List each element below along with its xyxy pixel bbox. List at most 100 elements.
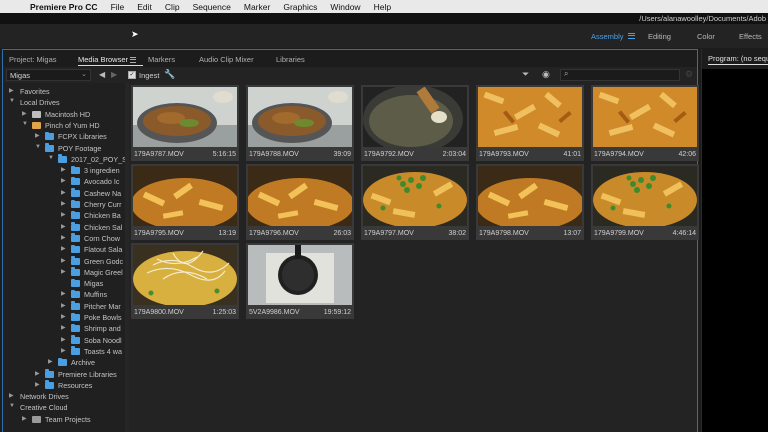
view-eye-icon[interactable]: ◉: [542, 69, 550, 80]
tree-item[interactable]: ▶ Toasts 4 wa: [3, 346, 125, 357]
filter-funnel-icon[interactable]: ⏷: [522, 69, 529, 80]
disclosure-closed-icon[interactable]: ▶: [61, 313, 66, 320]
tree-item[interactable]: ▶ FCPX Libraries: [3, 131, 125, 142]
app-menu[interactable]: Premiere Pro CC: [30, 2, 98, 12]
clip-thumbnail[interactable]: 179A9796.MOV 26:03: [246, 164, 354, 240]
tree-item[interactable]: ▶ Macintosh HD: [3, 109, 125, 120]
clip-preview-image[interactable]: [133, 245, 237, 305]
tree-item[interactable]: ▶ Magic Greel: [3, 267, 125, 278]
tree-item[interactable]: ▶ Pitcher Mar: [3, 301, 125, 312]
disclosure-closed-icon[interactable]: ▶: [22, 415, 27, 422]
clip-preview-image[interactable]: [593, 87, 697, 147]
disclosure-open-icon[interactable]: ▼: [22, 121, 28, 127]
disclosure-closed-icon[interactable]: ▶: [48, 358, 53, 365]
disclosure-closed-icon[interactable]: ▶: [61, 324, 66, 331]
tree-item[interactable]: ▶ Favorites: [3, 86, 125, 97]
program-monitor-title[interactable]: Program: (no seque: [708, 54, 768, 63]
disclosure-closed-icon[interactable]: ▶: [61, 290, 66, 297]
disclosure-open-icon[interactable]: ▼: [9, 403, 15, 409]
workspace-menu-icon[interactable]: [628, 31, 635, 39]
disclosure-closed-icon[interactable]: ▶: [22, 110, 27, 117]
clip-preview-image[interactable]: [133, 87, 237, 147]
disclosure-closed-icon[interactable]: ▶: [9, 392, 14, 399]
tree-item[interactable]: ▶ Poke Bowls: [3, 312, 125, 323]
clip-thumbnail[interactable]: 179A9800.MOV 1:25:03: [131, 243, 239, 319]
disclosure-closed-icon[interactable]: ▶: [35, 381, 40, 388]
apple-menu-icon[interactable]: [10, 2, 20, 12]
disclosure-open-icon[interactable]: ▼: [48, 155, 54, 161]
menu-graphics[interactable]: Graphics: [283, 2, 317, 12]
menu-sequence[interactable]: Sequence: [193, 2, 231, 12]
forward-arrow-icon[interactable]: ▶: [111, 70, 117, 79]
disclosure-closed-icon[interactable]: ▶: [35, 132, 40, 139]
menu-edit[interactable]: Edit: [137, 2, 152, 12]
disclosure-closed-icon[interactable]: ▶: [61, 166, 66, 173]
tree-item[interactable]: ▶ Green Godc: [3, 256, 125, 267]
tree-item[interactable]: ▶ Chicken Sal: [3, 222, 125, 233]
tree-item[interactable]: ▶ Team Projects: [3, 414, 125, 425]
clip-thumbnail[interactable]: 179A9794.MOV 42:06: [591, 85, 699, 161]
workspace-color[interactable]: Color: [697, 32, 715, 41]
tree-item[interactable]: ▶ Flatout Sala: [3, 244, 125, 255]
tree-item[interactable]: ▼ Local Drives: [3, 97, 125, 108]
ingest-settings-wrench-icon[interactable]: 🔧: [164, 69, 175, 80]
clip-thumbnail[interactable]: 5V2A9986.MOV 19:59:12: [246, 243, 354, 319]
clip-preview-image[interactable]: [478, 87, 582, 147]
menu-marker[interactable]: Marker: [244, 2, 270, 12]
clip-preview-image[interactable]: [478, 166, 582, 226]
ingest-checkbox[interactable]: ✓: [128, 71, 136, 79]
menu-clip[interactable]: Clip: [165, 2, 180, 12]
clip-thumbnail[interactable]: 179A9798.MOV 13:07: [476, 164, 584, 240]
tree-item[interactable]: Migas: [3, 278, 125, 289]
tree-item[interactable]: ▼ POY Footage: [3, 143, 125, 154]
clip-preview-image[interactable]: [248, 166, 352, 226]
tab-media-browser[interactable]: Media Browser: [78, 55, 128, 64]
disclosure-closed-icon[interactable]: ▶: [9, 87, 14, 94]
tab-libraries[interactable]: Libraries: [276, 55, 305, 64]
disclosure-closed-icon[interactable]: ▶: [61, 177, 66, 184]
clip-preview-image[interactable]: [133, 166, 237, 226]
tree-item[interactable]: ▶ Premiere Libraries: [3, 369, 125, 380]
clip-thumbnail[interactable]: 179A9795.MOV 13:19: [131, 164, 239, 240]
tree-item[interactable]: ▶ 3 ingredien: [3, 165, 125, 176]
search-input[interactable]: ⌕: [560, 69, 680, 81]
clip-preview-image[interactable]: [248, 87, 352, 147]
disclosure-open-icon[interactable]: ▼: [9, 98, 15, 104]
tree-item[interactable]: ▼ Pinch of Yum HD: [3, 120, 125, 131]
tree-item[interactable]: ▶ Muffins: [3, 289, 125, 300]
disclosure-closed-icon[interactable]: ▶: [61, 189, 66, 196]
clip-preview-image[interactable]: [248, 245, 352, 305]
tab-markers[interactable]: Markers: [148, 55, 175, 64]
tree-item[interactable]: ▶ Corn Chow: [3, 233, 125, 244]
clip-thumbnail[interactable]: 179A9792.MOV 2:03:04: [361, 85, 469, 161]
tree-item[interactable]: ▶ Network Drives: [3, 391, 125, 402]
disclosure-closed-icon[interactable]: ▶: [61, 200, 66, 207]
settings-gear-icon[interactable]: ⚙: [685, 69, 693, 80]
back-arrow-icon[interactable]: ◀: [99, 70, 105, 79]
clip-thumbnail[interactable]: 179A9787.MOV 5:16:15: [131, 85, 239, 161]
tree-item[interactable]: ▶ Cashew Na: [3, 188, 125, 199]
disclosure-closed-icon[interactable]: ▶: [61, 268, 66, 275]
tab-project[interactable]: Project: Migas: [9, 55, 57, 64]
tree-item[interactable]: ▶ Archive: [3, 357, 125, 368]
tree-item[interactable]: ▼ Creative Cloud: [3, 402, 125, 413]
clip-preview-image[interactable]: [363, 166, 467, 226]
panel-menu-icon[interactable]: [130, 55, 136, 63]
disclosure-closed-icon[interactable]: ▶: [35, 370, 40, 377]
tab-audio-clip-mixer[interactable]: Audio Clip Mixer: [199, 55, 254, 64]
disclosure-closed-icon[interactable]: ▶: [61, 245, 66, 252]
disclosure-closed-icon[interactable]: ▶: [61, 336, 66, 343]
workspace-editing[interactable]: Editing: [648, 32, 671, 41]
tree-item[interactable]: ▼ 2017_02_POY_S: [3, 154, 125, 165]
tree-item[interactable]: ▶ Cherry Curr: [3, 199, 125, 210]
tree-item[interactable]: ▶ Avocado Ic: [3, 176, 125, 187]
clip-thumbnail[interactable]: 179A9793.MOV 41:01: [476, 85, 584, 161]
menu-window[interactable]: Window: [330, 2, 360, 12]
tree-item[interactable]: ▶ Soba Noodl: [3, 335, 125, 346]
clip-thumbnail[interactable]: 179A9799.MOV 4:46:14: [591, 164, 699, 240]
disclosure-closed-icon[interactable]: ▶: [61, 223, 66, 230]
disclosure-closed-icon[interactable]: ▶: [61, 211, 66, 218]
menu-help[interactable]: Help: [374, 2, 391, 12]
clip-thumbnail[interactable]: 179A9788.MOV 39:09: [246, 85, 354, 161]
disclosure-closed-icon[interactable]: ▶: [61, 257, 66, 264]
